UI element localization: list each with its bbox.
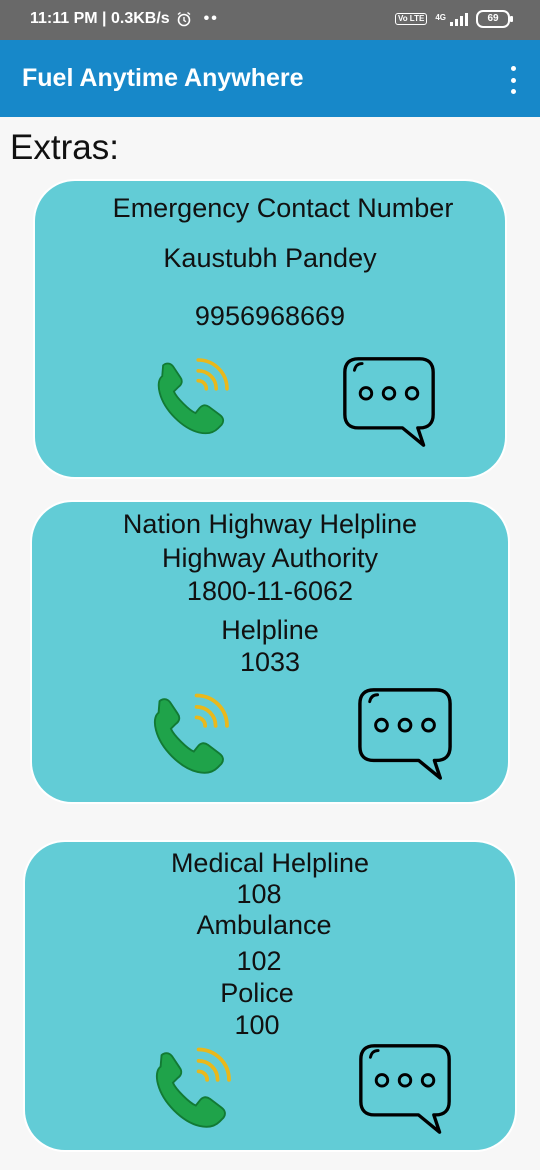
card-line: 1033 (239, 647, 301, 677)
card-line: Police (220, 978, 294, 1008)
phone-call-icon[interactable] (143, 1040, 239, 1135)
app-bar: Fuel Anytime Anywhere (0, 40, 540, 117)
signal-icon: 4G (435, 12, 468, 26)
chat-bubble-icon[interactable] (356, 684, 454, 782)
volte-icon: Vo LTE (394, 13, 428, 25)
status-bar: 11:11 PM | 0.3KB/s •• Vo LTE 4G 69 (0, 0, 540, 40)
overflow-menu-icon[interactable] (508, 66, 518, 94)
chat-bubble-icon[interactable] (341, 353, 437, 449)
card-line: 102 (236, 946, 282, 976)
emergency-contact-card: Emergency Contact Number Kaustubh Pandey… (35, 181, 505, 477)
card-line: 9956968669 (194, 301, 346, 331)
highway-helpline-card: Nation Highway Helpline Highway Authorit… (32, 502, 508, 802)
medical-helpline-card: Medical Helpline 108 Ambulance 102 Polic… (25, 842, 515, 1150)
card-line: 100 (234, 1010, 280, 1040)
card-line: 108 (236, 879, 282, 909)
card-line: Helpline (221, 615, 319, 645)
network-type: 4G (435, 12, 446, 22)
alarm-icon (177, 11, 191, 27)
status-time: 11:11 PM | 0.3KB/s (30, 10, 170, 27)
card-line: Emergency Contact Number (112, 193, 454, 223)
status-right: Vo LTE 4G 69 (394, 10, 513, 28)
card-line: Ambulance (196, 910, 332, 940)
phone-call-icon[interactable] (140, 686, 238, 781)
section-title: Extras: (10, 128, 119, 167)
status-left: 11:11 PM | 0.3KB/s •• (30, 10, 219, 28)
card-line: Kaustubh Pandey (163, 243, 377, 273)
card-line: Highway Authority (161, 543, 379, 573)
card-line: Nation Highway Helpline (122, 509, 418, 539)
notification-dots-icon: •• (203, 10, 219, 27)
phone-call-icon[interactable] (145, 351, 237, 441)
app-title: Fuel Anytime Anywhere (22, 64, 304, 92)
battery-icon: 69 (476, 10, 513, 28)
chat-bubble-icon[interactable] (357, 1040, 453, 1136)
card-line: Medical Helpline (170, 848, 370, 878)
card-line: 1800-11-6062 (186, 576, 354, 606)
